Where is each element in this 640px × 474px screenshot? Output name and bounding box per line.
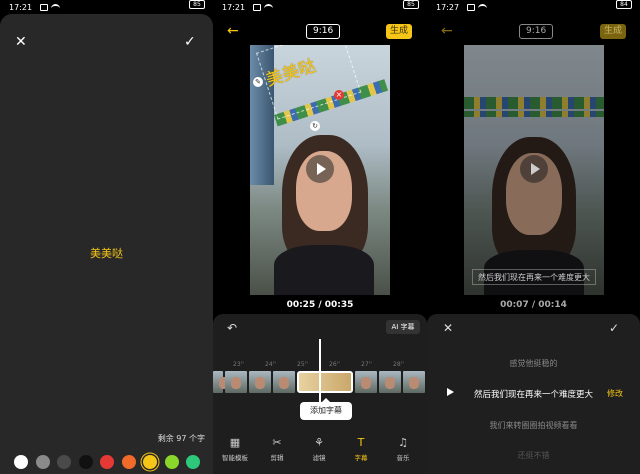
subtitle-line[interactable]: 我们来转圈圈拍视频看看 bbox=[427, 420, 640, 431]
wifi-icon bbox=[264, 4, 273, 11]
grid-icon: ▦ bbox=[229, 436, 241, 449]
confirm-check-icon[interactable]: ✓ bbox=[184, 34, 196, 50]
video-preview[interactable]: 然后我们现在再来一个难度更大 bbox=[464, 45, 604, 295]
ruler-tick-label: 25'' bbox=[297, 361, 308, 368]
color-swatch[interactable] bbox=[57, 455, 71, 469]
status-bar: 17:27 84 bbox=[427, 0, 640, 16]
tab-label: 剪辑 bbox=[270, 454, 284, 462]
color-swatch[interactable] bbox=[100, 455, 114, 469]
subtitle-list-sheet: ✕ ✓ 感觉他挺稳的 然后我们现在再来一个难度更大 修改 我们来转圈圈拍视频看看… bbox=[427, 314, 640, 474]
generate-button[interactable]: 生成 bbox=[386, 24, 412, 39]
subtitle-line[interactable]: 感觉他挺稳的 bbox=[427, 358, 640, 369]
tab-music[interactable]: ♫ 音乐 bbox=[383, 436, 423, 462]
add-subtitle-tooltip[interactable]: 添加字幕 bbox=[300, 398, 352, 420]
ruler-tick-label: 24'' bbox=[265, 361, 276, 368]
text-edit-sheet: ✕ ✓ 美美哒 剩余 97 个字 bbox=[0, 14, 213, 474]
filter-icon: ⚘ bbox=[314, 436, 324, 449]
back-arrow-icon[interactable]: ← bbox=[227, 23, 239, 39]
timecode: 00:25 / 00:35 bbox=[286, 300, 354, 310]
color-swatch[interactable] bbox=[121, 455, 136, 469]
subtitle-line[interactable]: 还挺不错 bbox=[427, 450, 640, 461]
wifi-icon bbox=[51, 4, 60, 11]
clip-frame bbox=[355, 371, 377, 393]
battery-icon: 85 bbox=[403, 0, 419, 9]
video-preview[interactable]: 美美哒 ✎ × ↻ bbox=[250, 45, 390, 295]
battery-icon: 84 bbox=[616, 0, 632, 9]
timeline-panel: ↶ AI 字幕 23'' 24'' 25'' 26'' 27'' 28'' 添加字幕 ▦ 智… bbox=[213, 314, 427, 474]
video-editor-screen: 17:21 85 ← 9:16 生成 美美哒 ✎ × ↻ 00:25 / 00:… bbox=[213, 0, 427, 474]
clip-frame bbox=[273, 371, 295, 393]
wifi-icon bbox=[478, 4, 487, 11]
color-swatch[interactable] bbox=[186, 455, 200, 469]
text-input[interactable]: 美美哒 bbox=[0, 245, 213, 261]
tab-cut[interactable]: ✂ 剪辑 bbox=[257, 436, 297, 462]
bottom-tab-bar: ▦ 智能模板 ✂ 剪辑 ⚘ 滤镜 T 字幕 ♫ 音乐 bbox=[213, 436, 427, 466]
sticker-rotate-icon[interactable]: ↻ bbox=[310, 121, 320, 131]
aspect-ratio-button[interactable]: 9:16 bbox=[519, 24, 554, 39]
music-icon: ♫ bbox=[398, 436, 408, 449]
subtitle-editor-screen: 17:27 84 ← 9:16 生成 然后我们现在再来一个难度更大 00:07 … bbox=[427, 0, 640, 474]
clip-frame bbox=[249, 371, 271, 393]
timecode: 00:07 / 00:14 bbox=[500, 300, 567, 310]
confirm-check-icon[interactable]: ✓ bbox=[609, 321, 619, 335]
sticker-edit-icon[interactable]: ✎ bbox=[253, 77, 263, 87]
ruler-tick-label: 26'' bbox=[329, 361, 340, 368]
color-swatch[interactable] bbox=[143, 455, 157, 469]
close-icon[interactable]: ✕ bbox=[15, 34, 27, 50]
color-palette bbox=[14, 455, 200, 469]
color-swatch[interactable] bbox=[164, 455, 179, 469]
clip-frame bbox=[213, 371, 229, 393]
notification-icon bbox=[40, 4, 48, 11]
subtitle-overlay[interactable]: 然后我们现在再来一个难度更大 bbox=[472, 269, 596, 285]
person-shirt bbox=[274, 245, 374, 295]
tab-filter[interactable]: ⚘ 滤镜 bbox=[299, 436, 339, 462]
color-swatch[interactable] bbox=[78, 455, 93, 469]
undo-icon[interactable]: ↶ bbox=[227, 321, 237, 335]
play-icon[interactable] bbox=[306, 155, 334, 183]
status-time: 17:27 bbox=[436, 3, 460, 12]
tab-label: 智能模板 bbox=[222, 454, 248, 462]
selected-sticker-clip[interactable] bbox=[297, 371, 353, 393]
playhead[interactable] bbox=[319, 339, 321, 403]
ai-subtitle-button[interactable]: AI 字幕 bbox=[386, 320, 420, 334]
tab-label: 滤镜 bbox=[312, 454, 326, 462]
tab-text[interactable]: T 字幕 bbox=[341, 436, 381, 462]
text-editor-screen: 17:21 85 ✕ ✓ 美美哒 剩余 97 个字 bbox=[0, 0, 213, 474]
notification-icon bbox=[253, 4, 261, 11]
sticker-delete-icon[interactable]: × bbox=[334, 90, 344, 100]
status-time: 17:21 bbox=[222, 3, 246, 12]
modify-button[interactable]: 修改 bbox=[607, 388, 623, 399]
aspect-ratio-button[interactable]: 9:16 bbox=[306, 24, 341, 39]
cut-icon: ✂ bbox=[272, 436, 282, 449]
generate-button[interactable]: 生成 bbox=[600, 24, 626, 39]
color-swatch[interactable] bbox=[14, 455, 28, 469]
status-bar: 17:21 85 bbox=[213, 0, 427, 16]
text-icon: T bbox=[357, 436, 365, 449]
tab-grid[interactable]: ▦ 智能模板 bbox=[215, 436, 255, 462]
ruler-tick-label: 28'' bbox=[393, 361, 404, 368]
play-icon[interactable] bbox=[520, 155, 548, 183]
ruler-tick-label: 27'' bbox=[361, 361, 372, 368]
remaining-char-count: 剩余 97 个字 bbox=[157, 434, 205, 443]
tab-label: 音乐 bbox=[396, 454, 410, 462]
clip-frame bbox=[225, 371, 247, 393]
clip-frame bbox=[379, 371, 401, 393]
battery-icon: 85 bbox=[189, 0, 205, 9]
ruler-tick-label: 23'' bbox=[233, 361, 244, 368]
notification-icon bbox=[467, 4, 475, 11]
color-swatch[interactable] bbox=[35, 455, 50, 469]
clip-frame bbox=[403, 371, 425, 393]
tab-label: 字幕 bbox=[354, 454, 368, 462]
close-icon[interactable]: ✕ bbox=[443, 321, 453, 335]
back-arrow-icon[interactable]: ← bbox=[441, 23, 453, 39]
